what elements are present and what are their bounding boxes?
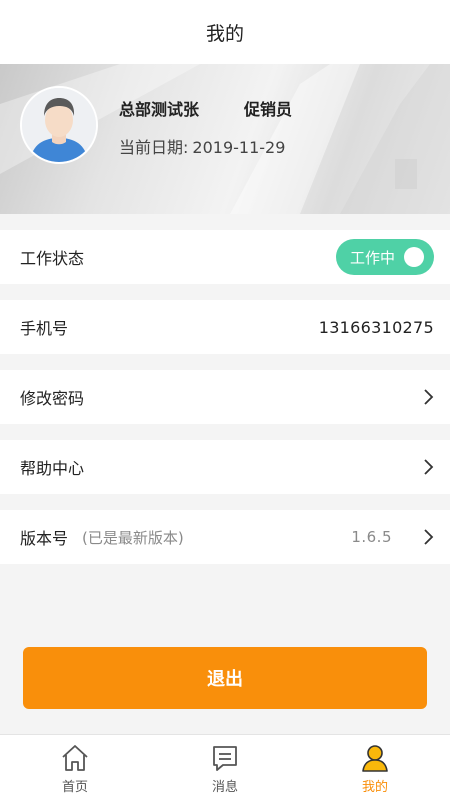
current-date-label: 当前日期: [119,138,189,157]
work-status-toggle[interactable]: 工作中 [336,239,434,275]
phone-row: 手机号 13166310275 [0,300,450,354]
chevron-right-icon [424,529,434,545]
user-name: 总部测试张 [119,100,200,119]
page-title: 我的 [205,22,244,45]
version-label: 版本号 [20,529,69,548]
tab-home[interactable]: 首页 [0,735,150,801]
help-center-row[interactable]: 帮助中心 [0,440,450,494]
chevron-right-icon [424,389,434,405]
toggle-knob [404,247,424,267]
home-icon [62,744,88,771]
avatar[interactable] [20,86,98,164]
help-center-label: 帮助中心 [20,459,85,478]
message-icon [213,745,237,771]
tab-mine[interactable]: 我的 [300,735,450,801]
logout-button[interactable]: 退出 [23,647,427,709]
version-note: (已是最新版本) [82,528,184,547]
version-value: 1.6.5 [351,528,392,546]
bottom-tab-bar: 首页 消息 我的 [0,734,450,801]
work-status-toggle-text: 工作中 [350,248,396,267]
tab-messages[interactable]: 消息 [150,735,300,801]
work-status-label: 工作状态 [20,249,85,268]
change-password-label: 修改密码 [20,389,85,408]
chevron-right-icon [424,459,434,475]
phone-value: 13166310275 [318,317,434,337]
current-date: 当前日期: 2019-11-29 [119,134,285,158]
work-status-row: 工作状态 工作中 [0,230,450,284]
phone-label: 手机号 [20,319,69,338]
tab-messages-label: 消息 [211,779,238,795]
tab-home-label: 首页 [61,779,88,795]
version-row[interactable]: 版本号 (已是最新版本) 1.6.5 [0,510,450,564]
top-nav-bar: 我的 [0,0,450,65]
tab-mine-label: 我的 [361,779,388,795]
profile-banner: 总部测试张 促销员 当前日期: 2019-11-29 [0,64,450,214]
user-icon [362,744,388,772]
change-password-row[interactable]: 修改密码 [0,370,450,424]
avatar-person-icon [22,88,96,162]
current-date-value: 2019-11-29 [192,138,286,157]
user-role: 促销员 [244,100,293,119]
